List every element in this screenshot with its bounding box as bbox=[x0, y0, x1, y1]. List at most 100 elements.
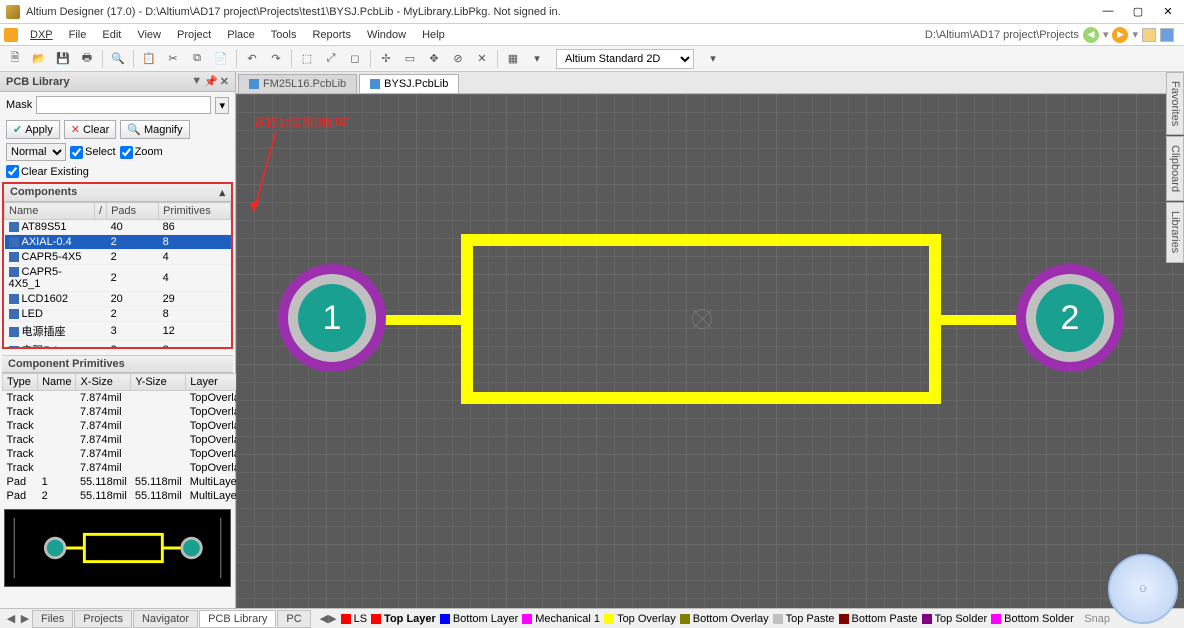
tb-deselect-icon[interactable]: ⊘ bbox=[447, 48, 469, 70]
pcb-editor-canvas[interactable]: 选择封装原则即可 1 2 bbox=[236, 94, 1184, 608]
tb-grid-icon[interactable]: ▦ bbox=[502, 48, 524, 70]
tb-select-icon[interactable]: ▭ bbox=[399, 48, 421, 70]
tb-clear-icon[interactable]: ✕ bbox=[471, 48, 493, 70]
tb-save-icon[interactable]: 💾 bbox=[52, 48, 74, 70]
notify-icon[interactable] bbox=[1160, 28, 1174, 42]
table-row[interactable]: AXIAL-0.428 bbox=[5, 235, 231, 250]
layer-item[interactable]: Top Layer bbox=[371, 613, 436, 625]
nav-back-button[interactable]: ◀ bbox=[1083, 27, 1099, 43]
tb-redo-icon[interactable]: ↷ bbox=[265, 48, 287, 70]
tb-zoom-fit-icon[interactable]: ⤢ bbox=[320, 48, 342, 70]
menu-place[interactable]: Place bbox=[219, 27, 263, 43]
table-row[interactable]: Track7.874milTopOverlay bbox=[3, 391, 250, 406]
pcol-y[interactable]: Y-Size bbox=[131, 374, 186, 391]
magnify-button[interactable]: 🔍Magnify bbox=[120, 120, 189, 139]
tb-paste-icon[interactable]: 📋 bbox=[138, 48, 160, 70]
layer-item[interactable]: Bottom Layer bbox=[440, 613, 518, 625]
layer-item[interactable]: Mechanical 1 bbox=[522, 613, 600, 625]
col-name[interactable]: Name bbox=[5, 203, 95, 220]
panel-dropdown-icon[interactable]: ▼ bbox=[191, 75, 202, 88]
tb-clipboard-icon[interactable]: 📄 bbox=[210, 48, 232, 70]
table-row[interactable]: CAPR5-4X5_124 bbox=[5, 265, 231, 292]
menu-help[interactable]: Help bbox=[414, 27, 453, 43]
tb-cut-icon[interactable]: ✂ bbox=[162, 48, 184, 70]
tb-copy-icon[interactable]: ⧉ bbox=[186, 48, 208, 70]
view-mode-select[interactable]: Altium Standard 2D bbox=[556, 49, 694, 69]
col-sort[interactable]: / bbox=[95, 203, 107, 220]
btab-next-icon[interactable]: ▶ bbox=[18, 612, 32, 625]
menu-file[interactable]: File bbox=[61, 27, 95, 43]
pad-2[interactable]: 2 bbox=[1016, 264, 1124, 372]
apply-button[interactable]: ✔Apply bbox=[6, 120, 60, 139]
minimize-button[interactable]: — bbox=[1102, 5, 1114, 18]
mask-dropdown-icon[interactable]: ▾ bbox=[215, 97, 229, 114]
panel-pin-icon[interactable]: 📌 bbox=[204, 75, 218, 88]
layer-item[interactable]: Bottom Paste bbox=[839, 613, 918, 625]
table-row[interactable]: CAPR5-4X524 bbox=[5, 250, 231, 265]
menu-dxp[interactable]: DXP bbox=[22, 27, 61, 43]
pcol-x[interactable]: X-Size bbox=[76, 374, 131, 391]
bottom-tab[interactable]: Projects bbox=[74, 610, 132, 628]
tb-cursor-icon[interactable]: ✢ bbox=[375, 48, 397, 70]
layer-item[interactable]: LS bbox=[341, 613, 367, 625]
tb-undo-icon[interactable]: ↶ bbox=[241, 48, 263, 70]
pad-1[interactable]: 1 bbox=[278, 264, 386, 372]
layer-item[interactable]: Top Paste bbox=[773, 613, 835, 625]
mode-select[interactable]: Normal bbox=[6, 143, 66, 161]
bottom-tab[interactable]: Navigator bbox=[133, 610, 198, 628]
pcol-name[interactable]: Name bbox=[38, 374, 76, 391]
select-checkbox[interactable]: Select bbox=[70, 146, 116, 159]
side-tab-favorites[interactable]: Favorites bbox=[1166, 72, 1184, 135]
table-row[interactable]: LCD16022029 bbox=[5, 292, 231, 307]
table-row[interactable]: Track7.874milTopOverlay bbox=[3, 433, 250, 447]
bottom-tab[interactable]: Files bbox=[32, 610, 73, 628]
table-row[interactable]: 电源插座312 bbox=[5, 322, 231, 341]
col-prims[interactable]: Primitives bbox=[159, 203, 231, 220]
clear-existing-checkbox[interactable]: Clear Existing bbox=[6, 165, 89, 178]
col-pads[interactable]: Pads bbox=[107, 203, 159, 220]
tb-new-icon[interactable]: 🗎 bbox=[4, 48, 26, 70]
tab-fm25l16[interactable]: FM25L16.PcbLib bbox=[238, 74, 357, 93]
btab-prev-icon[interactable]: ◀ bbox=[4, 612, 18, 625]
table-row[interactable]: Track7.874milTopOverlay bbox=[3, 419, 250, 433]
menu-tools[interactable]: Tools bbox=[263, 27, 305, 43]
menu-window[interactable]: Window bbox=[359, 27, 414, 43]
home-icon[interactable] bbox=[1142, 28, 1156, 42]
menu-edit[interactable]: Edit bbox=[94, 27, 129, 43]
bottom-tab[interactable]: PC bbox=[277, 610, 310, 628]
tab-bysj[interactable]: BYSJ.PcbLib bbox=[359, 74, 459, 93]
table-row[interactable]: AT89S514086 bbox=[5, 220, 231, 235]
menu-view[interactable]: View bbox=[129, 27, 169, 43]
table-row[interactable]: Pad255.118mil55.118milMultiLayer bbox=[3, 489, 250, 503]
table-row[interactable]: Track7.874milTopOverlay bbox=[3, 405, 250, 419]
panel-close-icon[interactable]: ✕ bbox=[220, 75, 229, 88]
tb-preview-icon[interactable]: 🔍 bbox=[107, 48, 129, 70]
nav-forward-button[interactable]: ▶ bbox=[1112, 27, 1128, 43]
menu-project[interactable]: Project bbox=[169, 27, 219, 43]
components-scroll-up-icon[interactable]: ▴ bbox=[219, 186, 225, 199]
layer-item[interactable]: Top Overlay bbox=[604, 613, 676, 625]
menu-reports[interactable]: Reports bbox=[304, 27, 359, 43]
clear-button[interactable]: ✕Clear bbox=[64, 120, 117, 139]
tb-print-icon[interactable]: 🖶 bbox=[76, 48, 98, 70]
zoom-checkbox[interactable]: Zoom bbox=[120, 146, 163, 159]
layer-item[interactable]: Top Solder bbox=[922, 613, 988, 625]
table-row[interactable]: Pad155.118mil55.118milMultiLayer bbox=[3, 475, 250, 489]
bottom-tab[interactable]: PCB Library bbox=[199, 610, 276, 628]
tb-move-icon[interactable]: ✥ bbox=[423, 48, 445, 70]
tb-zoom-area-icon[interactable]: ⬚ bbox=[296, 48, 318, 70]
layer-item[interactable]: Bottom Solder bbox=[991, 613, 1074, 625]
pcol-type[interactable]: Type bbox=[3, 374, 38, 391]
mask-input[interactable] bbox=[36, 96, 211, 114]
table-row[interactable]: Track7.874milTopOverlay bbox=[3, 447, 250, 461]
tb-config-icon[interactable]: ▾ bbox=[702, 48, 724, 70]
side-tab-clipboard[interactable]: Clipboard bbox=[1166, 136, 1184, 201]
close-button[interactable]: ✕ bbox=[1162, 5, 1174, 18]
side-tab-libraries[interactable]: Libraries bbox=[1166, 202, 1184, 262]
tb-zoom-sel-icon[interactable]: ◻ bbox=[344, 48, 366, 70]
table-row[interactable]: LED28 bbox=[5, 307, 231, 322]
tb-gridmode-icon[interactable]: ▾ bbox=[526, 48, 548, 70]
layer-item[interactable]: Bottom Overlay bbox=[680, 613, 769, 625]
table-row[interactable]: 电阻5.128 bbox=[5, 341, 231, 348]
table-row[interactable]: Track7.874milTopOverlay bbox=[3, 461, 250, 475]
